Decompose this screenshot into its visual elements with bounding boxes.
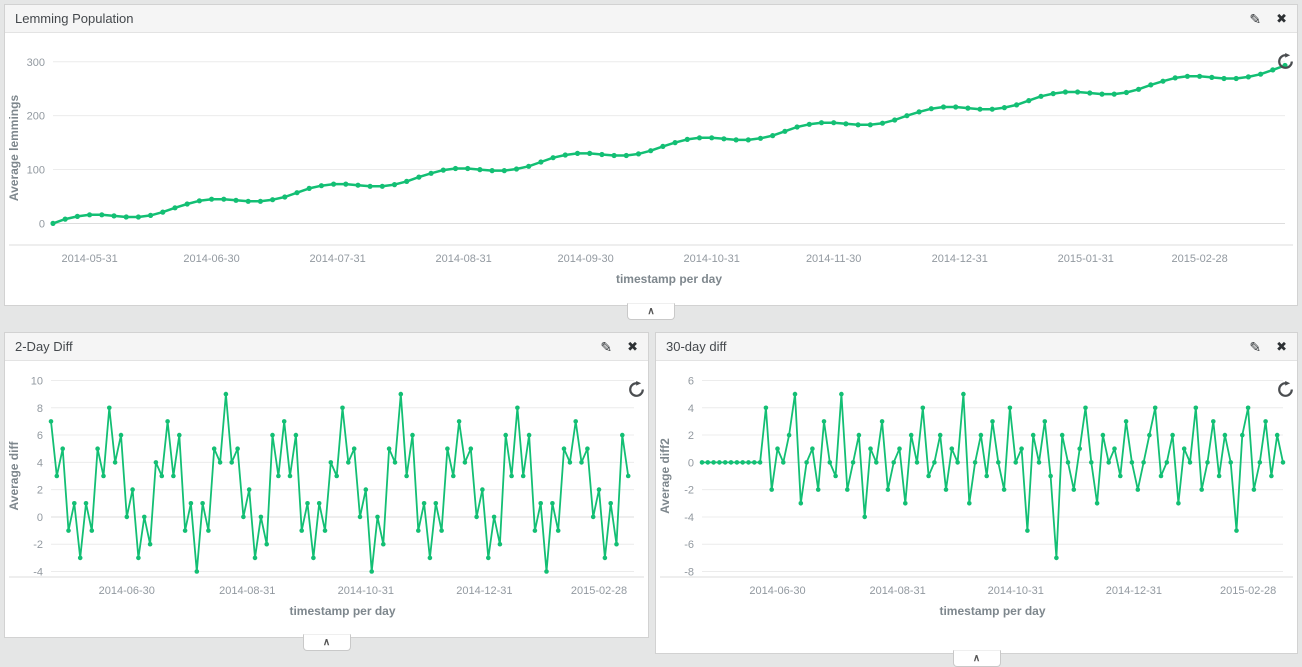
svg-text:8: 8 xyxy=(37,403,43,415)
close-icon[interactable]: ✖ xyxy=(627,340,638,353)
svg-text:-2: -2 xyxy=(684,485,694,497)
svg-text:0: 0 xyxy=(688,457,694,469)
visualization-area: -8-6-4-202462014-06-302014-08-312014-10-… xyxy=(656,361,1297,653)
svg-text:2014-12-31: 2014-12-31 xyxy=(932,253,988,265)
panel-header[interactable]: Lemming Population ✎ ✖ xyxy=(5,5,1297,33)
svg-text:2014-07-31: 2014-07-31 xyxy=(309,253,365,265)
svg-text:2: 2 xyxy=(37,485,43,497)
svg-text:2014-08-31: 2014-08-31 xyxy=(436,253,492,265)
chevron-up-icon: ∧ xyxy=(323,637,330,648)
svg-text:2014-12-31: 2014-12-31 xyxy=(456,585,512,597)
panel-actions: ✎ ✖ xyxy=(600,340,638,354)
svg-text:300: 300 xyxy=(27,57,45,69)
svg-text:timestamp per day: timestamp per day xyxy=(939,604,1045,618)
svg-text:-6: -6 xyxy=(684,539,694,551)
close-icon[interactable]: ✖ xyxy=(1276,12,1287,25)
svg-text:100: 100 xyxy=(27,165,45,177)
panel-title: 30-day diff xyxy=(666,339,726,354)
svg-text:10: 10 xyxy=(31,375,43,387)
svg-text:Average diff2: Average diff2 xyxy=(658,438,672,514)
svg-text:2014-11-30: 2014-11-30 xyxy=(806,253,861,265)
svg-text:2014-10-31: 2014-10-31 xyxy=(338,585,394,597)
svg-text:2014-06-30: 2014-06-30 xyxy=(183,253,239,265)
svg-text:Average diff: Average diff xyxy=(7,441,21,511)
svg-text:2014-08-31: 2014-08-31 xyxy=(869,585,925,597)
svg-text:200: 200 xyxy=(27,111,45,123)
panel-actions: ✎ ✖ xyxy=(1249,340,1287,354)
svg-text:4: 4 xyxy=(37,457,43,469)
svg-text:6: 6 xyxy=(37,430,43,442)
panel-actions: ✎ ✖ xyxy=(1249,12,1287,26)
svg-text:timestamp per day: timestamp per day xyxy=(289,604,395,618)
panel-lemming-population: Lemming Population ✎ ✖ 0 100 200 300 2014-05… xyxy=(4,4,1298,306)
edit-pencil-icon[interactable]: ✎ xyxy=(600,340,612,354)
svg-text:2: 2 xyxy=(688,430,694,442)
collapse-toggle[interactable]: ∧ xyxy=(303,634,351,651)
visualization-area: -4-202468102014-06-302014-08-312014-10-3… xyxy=(5,361,648,637)
panel-30-day-diff: 30-day diff ✎ ✖ -8-6-4-202462014-06-3020… xyxy=(655,332,1298,654)
edit-pencil-icon[interactable]: ✎ xyxy=(1249,340,1261,354)
svg-text:Average lemmings: Average lemmings xyxy=(7,95,21,202)
svg-text:0: 0 xyxy=(39,218,45,230)
svg-text:2014-05-31: 2014-05-31 xyxy=(61,253,117,265)
panel-header[interactable]: 30-day diff ✎ ✖ xyxy=(656,333,1297,361)
reset-zoom-icon[interactable] xyxy=(1277,381,1294,398)
svg-text:2014-09-30: 2014-09-30 xyxy=(558,253,614,265)
svg-text:timestamp per day: timestamp per day xyxy=(616,272,722,286)
svg-text:6: 6 xyxy=(688,375,694,387)
svg-text:2014-12-31: 2014-12-31 xyxy=(1106,585,1162,597)
reset-zoom-icon[interactable] xyxy=(628,381,645,398)
svg-text:0: 0 xyxy=(37,512,43,524)
visualization-area: 0 100 200 300 2014-05-31 2014-06-30 2014-07-31… xyxy=(5,33,1297,305)
close-icon[interactable]: ✖ xyxy=(1276,340,1287,353)
thirty-day-diff-chart[interactable]: -8-6-4-202462014-06-302014-08-312014-10-… xyxy=(656,361,1297,653)
collapse-toggle[interactable]: ∧ xyxy=(627,303,675,320)
svg-text:2014-06-30: 2014-06-30 xyxy=(99,585,155,597)
lemming-population-chart[interactable]: 0 100 200 300 2014-05-31 2014-06-30 2014-07-31… xyxy=(5,33,1297,305)
two-day-diff-chart[interactable]: -4-202468102014-06-302014-08-312014-10-3… xyxy=(5,361,648,637)
svg-text:2014-08-31: 2014-08-31 xyxy=(219,585,275,597)
panel-title: Lemming Population xyxy=(15,11,134,26)
panel-2-day-diff: 2-Day Diff ✎ ✖ -4-202468102014-06-302014… xyxy=(4,332,649,638)
panel-header[interactable]: 2-Day Diff ✎ ✖ xyxy=(5,333,648,361)
svg-text:2015-02-28: 2015-02-28 xyxy=(571,585,627,597)
edit-pencil-icon[interactable]: ✎ xyxy=(1249,12,1261,26)
svg-text:2014-10-31: 2014-10-31 xyxy=(988,585,1044,597)
svg-text:2015-02-28: 2015-02-28 xyxy=(1220,585,1276,597)
svg-text:4: 4 xyxy=(688,403,694,415)
svg-text:-4: -4 xyxy=(684,512,694,524)
svg-text:2015-02-28: 2015-02-28 xyxy=(1171,253,1227,265)
reset-zoom-icon[interactable] xyxy=(1277,53,1294,70)
svg-text:-2: -2 xyxy=(33,539,43,551)
svg-text:2014-10-31: 2014-10-31 xyxy=(684,253,740,265)
svg-text:2014-06-30: 2014-06-30 xyxy=(749,585,805,597)
chevron-up-icon: ∧ xyxy=(647,306,654,317)
svg-text:2015-01-31: 2015-01-31 xyxy=(1058,253,1114,265)
panel-title: 2-Day Diff xyxy=(15,339,73,354)
